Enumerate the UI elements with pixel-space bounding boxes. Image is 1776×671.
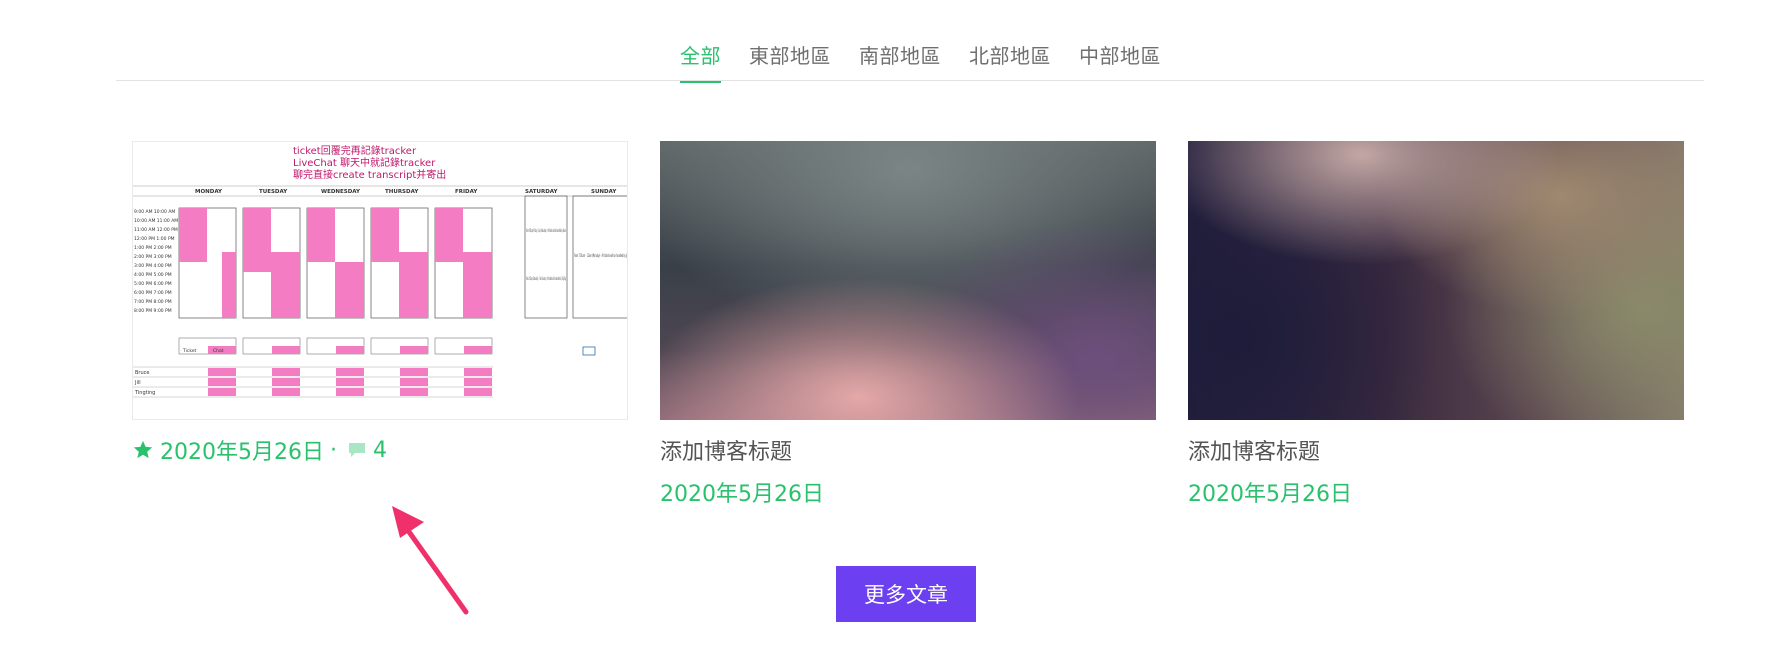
day-tuesday: TUESDAY bbox=[259, 189, 288, 195]
post-thumbnail-3[interactable] bbox=[1188, 141, 1684, 420]
subheader-ticket: Ticket bbox=[182, 348, 197, 354]
time-row-7: 3:00 PM 4:00 PM bbox=[134, 263, 172, 269]
time-row-1: 9:00 AM 10:00 AM bbox=[134, 209, 175, 215]
person-bruce: Bruce bbox=[135, 370, 149, 376]
post-date: 2020年5月26日 bbox=[160, 440, 324, 465]
post-card-3[interactable]: 添加博客标题 2020年5月26日 bbox=[1188, 141, 1684, 508]
day-thursday: THURSDAY bbox=[385, 189, 419, 195]
time-row-10: 6:00 PM 7:00 PM bbox=[134, 290, 172, 296]
time-row-3: 11:00 AM 12:00 PM bbox=[134, 227, 178, 233]
subheader-chat: Chat bbox=[213, 348, 224, 354]
post-card-1[interactable]: ticket回覆完再記錄tracker LiveChat 聊天中就記錄track… bbox=[132, 141, 628, 466]
post-date: 2020年5月26日 bbox=[1188, 482, 1352, 507]
time-row-9: 5:00 PM 6:00 PM bbox=[134, 281, 172, 287]
star-icon bbox=[132, 439, 154, 461]
more-articles-button[interactable]: 更多文章 bbox=[836, 566, 976, 622]
time-row-5: 1:00 PM 2:00 PM bbox=[134, 245, 172, 251]
annotation-arrow-icon bbox=[392, 506, 469, 615]
post-thumbnail-schedule[interactable]: ticket回覆完再記錄tracker LiveChat 聊天中就記錄track… bbox=[132, 141, 628, 420]
tab-all[interactable]: 全部 bbox=[680, 40, 721, 83]
time-row-8: 4:00 PM 5:00 PM bbox=[134, 272, 172, 278]
day-saturday: SATURDAY bbox=[525, 189, 559, 195]
schedule-image: ticket回覆完再記錄tracker LiveChat 聊天中就記錄track… bbox=[133, 144, 628, 398]
saturday-note-2: From 2:01pm (Saturday) - 7am (Sunday) - … bbox=[526, 276, 566, 281]
day-friday: FRIDAY bbox=[455, 189, 478, 195]
schedule-heading-1: ticket回覆完再記錄tracker bbox=[293, 144, 417, 157]
person-jill: Jill bbox=[134, 380, 141, 386]
time-row-6: 2:00 PM 3:00 PM bbox=[134, 254, 172, 260]
schedule-heading-2: LiveChat 聊天中就記錄tracker bbox=[293, 156, 436, 169]
tab-south[interactable]: 南部地區 bbox=[859, 40, 941, 83]
category-tabs: 全部 東部地區 南部地區 北部地區 中部地區 bbox=[116, 34, 1704, 83]
post-card-2[interactable]: 添加博客标题 2020年5月26日 bbox=[660, 141, 1156, 508]
time-row-12: 8:00 PM 9:00 PM bbox=[134, 308, 172, 314]
comment-icon bbox=[347, 440, 367, 460]
meta-separator: · bbox=[329, 437, 337, 463]
post-meta: 2020年5月26日 · 4 bbox=[132, 434, 628, 466]
time-row-11: 7:00 PM 8:00 PM bbox=[134, 299, 172, 305]
day-sunday: SUNDAY bbox=[591, 189, 617, 195]
tab-central[interactable]: 中部地區 bbox=[1079, 40, 1161, 83]
post-title[interactable]: 添加博客标题 bbox=[660, 434, 1156, 466]
post-title[interactable]: 添加博客标题 bbox=[1188, 434, 1684, 466]
saturday-note-1: From 9:01pm (Friday) - 2pm (Saturday) - … bbox=[526, 228, 566, 233]
time-row-2: 10:00 AM 11:00 AM bbox=[134, 218, 178, 224]
post-meta: 2020年5月26日 bbox=[660, 476, 1156, 508]
post-thumbnail-2[interactable] bbox=[660, 141, 1156, 420]
day-monday: MONDAY bbox=[195, 189, 223, 195]
sunday-note: From 7:01am - 12am (Monday) - All ticket… bbox=[574, 253, 628, 258]
person-tingting: Tingting bbox=[134, 390, 155, 396]
tab-east[interactable]: 東部地區 bbox=[749, 40, 831, 83]
tab-north[interactable]: 北部地區 bbox=[969, 40, 1051, 83]
schedule-heading-3: 聊完直接create transcript并寄出 bbox=[293, 168, 446, 181]
post-date: 2020年5月26日 bbox=[660, 482, 824, 507]
day-wednesday: WEDNESDAY bbox=[321, 189, 361, 195]
time-row-4: 12:00 PM 1:00 PM bbox=[134, 236, 175, 242]
tab-list: 全部 東部地區 南部地區 北部地區 中部地區 bbox=[680, 40, 1189, 83]
post-meta: 2020年5月26日 bbox=[1188, 476, 1684, 508]
comment-count[interactable]: 4 bbox=[373, 438, 387, 463]
